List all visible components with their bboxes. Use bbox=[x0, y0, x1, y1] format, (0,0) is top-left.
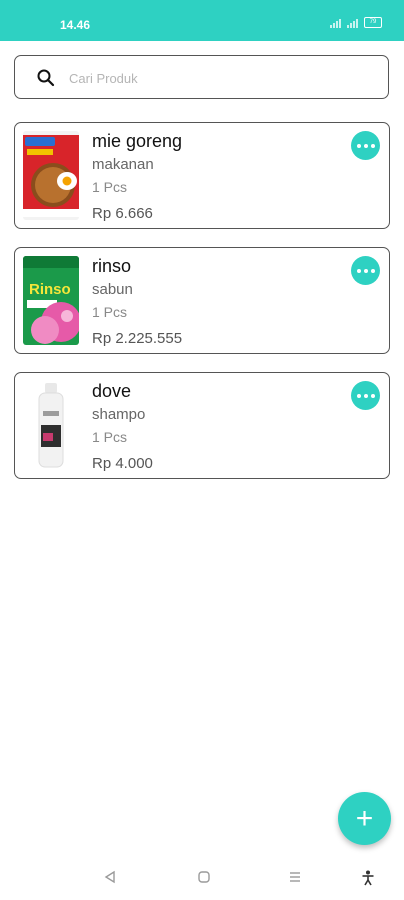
battery-level: 79 bbox=[369, 19, 377, 25]
svg-text:Rinso: Rinso bbox=[29, 281, 71, 298]
shampoo-bottle-icon bbox=[23, 381, 79, 470]
plus-icon: + bbox=[355, 802, 374, 835]
more-options-icon[interactable] bbox=[351, 381, 380, 410]
signal-icon bbox=[330, 18, 341, 28]
product-category: shampo bbox=[92, 406, 146, 423]
detergent-package-icon: Rinso bbox=[23, 256, 79, 345]
status-icons: 79 bbox=[330, 17, 382, 28]
product-card-mie-goreng[interactable]: mie goreng makanan 1 Pcs Rp 6.666 bbox=[14, 122, 390, 229]
status-time: 14.46 bbox=[60, 18, 91, 32]
menu-icon[interactable] bbox=[288, 870, 302, 884]
product-card-dove[interactable]: dove shampo 1 Pcs Rp 4.000 bbox=[14, 372, 390, 479]
home-icon[interactable] bbox=[197, 870, 211, 884]
accessibility-icon[interactable] bbox=[361, 870, 375, 886]
signal-icon-2 bbox=[347, 18, 358, 28]
product-price: Rp 4.000 bbox=[92, 455, 153, 472]
back-icon[interactable] bbox=[103, 870, 117, 884]
product-price: Rp 2.225.555 bbox=[92, 330, 183, 347]
navigation-bar bbox=[0, 860, 404, 900]
product-name: dove bbox=[92, 381, 132, 401]
product-name: mie goreng bbox=[92, 131, 183, 151]
product-quantity: 1 Pcs bbox=[92, 304, 128, 320]
battery-icon: 79 bbox=[364, 17, 382, 28]
product-quantity: 1 Pcs bbox=[92, 429, 128, 445]
more-options-icon[interactable] bbox=[351, 131, 380, 160]
add-product-button[interactable]: + bbox=[338, 792, 391, 845]
noodle-package-icon bbox=[23, 131, 79, 220]
product-quantity: 1 Pcs bbox=[92, 179, 128, 195]
search-input[interactable] bbox=[67, 66, 371, 90]
product-price: Rp 6.666 bbox=[92, 205, 153, 222]
product-category: makanan bbox=[92, 156, 154, 173]
product-category: sabun bbox=[92, 281, 133, 298]
search-bar[interactable] bbox=[14, 55, 389, 99]
product-card-rinso[interactable]: Rinso rinso sabun 1 Pcs Rp 2.225.555 bbox=[14, 247, 390, 354]
status-bar: 14.46 79 bbox=[0, 0, 404, 41]
product-name: rinso bbox=[92, 256, 132, 276]
more-options-icon[interactable] bbox=[351, 256, 380, 285]
search-icon bbox=[37, 69, 55, 87]
